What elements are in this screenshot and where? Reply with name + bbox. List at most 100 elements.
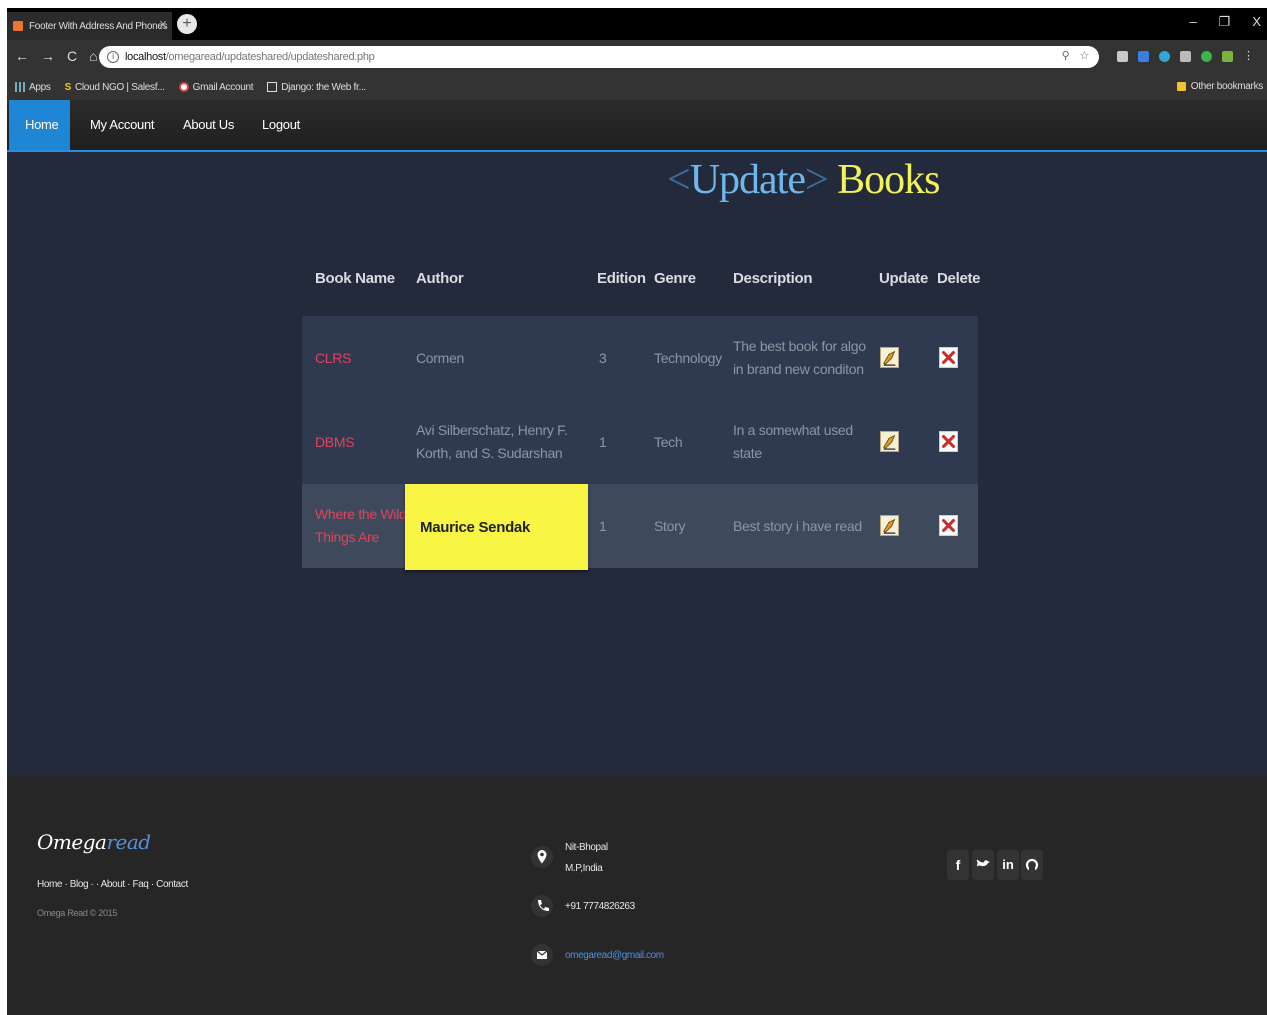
header-book-name: Book Name bbox=[315, 270, 395, 287]
menu-kebab-icon[interactable]: ⋮ bbox=[1243, 51, 1254, 62]
page-title: <Update> Books bbox=[667, 156, 941, 204]
nav-buttons: ← → C ⌂ bbox=[15, 48, 98, 64]
header-genre: Genre bbox=[654, 270, 696, 287]
extension-icon[interactable] bbox=[1201, 51, 1212, 62]
linkedin-icon[interactable]: in bbox=[997, 850, 1019, 880]
phone-icon bbox=[531, 895, 553, 917]
logo-part-read: read bbox=[106, 830, 151, 854]
facebook-icon[interactable]: f bbox=[947, 850, 969, 880]
footer-phone: +91 7774826263 bbox=[565, 901, 635, 912]
table-row: DBMS Avi Silberschatz, Henry F. Korth, a… bbox=[302, 400, 978, 484]
header-update: Update bbox=[879, 270, 929, 287]
header-author: Author bbox=[416, 270, 464, 287]
envelope-icon bbox=[531, 944, 553, 966]
minimize-icon[interactable]: – bbox=[1189, 14, 1196, 30]
reload-icon[interactable]: C bbox=[67, 48, 77, 64]
bookmark-label: Apps bbox=[29, 81, 51, 93]
description-line: In a somewhat used bbox=[733, 422, 853, 438]
extension-icon[interactable] bbox=[1180, 51, 1191, 62]
title-word-update: Update bbox=[689, 157, 806, 203]
title-bracket-close: > bbox=[804, 157, 829, 203]
nav-about-us[interactable]: About Us bbox=[183, 100, 234, 150]
extension-icon[interactable] bbox=[1117, 51, 1128, 62]
back-arrow-icon[interactable]: ← bbox=[15, 48, 29, 64]
browser-tab[interactable]: Footer With Address And Phones X bbox=[7, 12, 172, 40]
footer-email[interactable]: omegaread@gmail.com bbox=[565, 945, 664, 966]
header-description: Description bbox=[733, 270, 813, 287]
footer-address: Nit-Bhopal M.P,India bbox=[565, 837, 608, 879]
footer-copyright: Omega Read © 2015 bbox=[37, 908, 118, 918]
edit-icon[interactable] bbox=[880, 515, 899, 536]
table-row: CLRS Cormen 3 Technology The best book f… bbox=[302, 316, 978, 400]
new-tab-button[interactable]: + bbox=[177, 14, 197, 34]
nav-my-account[interactable]: My Account bbox=[90, 100, 155, 150]
url-host: localhost bbox=[125, 51, 166, 63]
home-icon[interactable]: ⌂ bbox=[89, 48, 97, 64]
delete-icon[interactable] bbox=[939, 515, 958, 536]
extension-icon[interactable] bbox=[1138, 51, 1149, 62]
delete-icon[interactable] bbox=[939, 431, 958, 452]
site-footer: Omegaread Home · Blog · · About · Faq · … bbox=[7, 776, 1267, 1015]
bookmark-gmail[interactable]: Gmail Account bbox=[178, 81, 254, 93]
address-line: M.P,India bbox=[565, 863, 603, 874]
window-controls: – ❐ X bbox=[1189, 14, 1261, 30]
title-word-books: Books bbox=[837, 157, 940, 203]
restore-icon[interactable]: ❐ bbox=[1219, 14, 1231, 30]
highlighted-author-cell: Maurice Sendak bbox=[405, 484, 588, 570]
close-window-icon[interactable]: X bbox=[1252, 14, 1261, 30]
address-line: Nit-Bhopal bbox=[565, 842, 608, 853]
nav-home[interactable]: Home bbox=[9, 100, 70, 150]
book-name-cell: Where the Wild Things Are bbox=[315, 484, 407, 568]
author: Cormen bbox=[416, 349, 464, 366]
bookmark-apps[interactable]: Apps bbox=[15, 82, 51, 93]
salesforce-icon: S bbox=[64, 81, 72, 93]
bookmark-star-icon[interactable]: ☆ bbox=[1079, 49, 1089, 62]
bookmarks-bar: Apps S Cloud NGO | Salesf... Gmail Accou… bbox=[7, 74, 1267, 100]
bookmark-cloud-ngo[interactable]: S Cloud NGO | Salesf... bbox=[65, 82, 165, 93]
header-delete: Delete bbox=[937, 270, 981, 287]
edition-cell: 1 bbox=[599, 517, 607, 534]
genre-cell: Technology bbox=[654, 349, 722, 366]
edit-icon[interactable] bbox=[880, 431, 899, 452]
other-bookmarks[interactable]: Other bookmarks bbox=[1176, 81, 1263, 92]
author-line: Korth, and S. Sudarshan bbox=[416, 445, 563, 461]
apps-grid-icon bbox=[15, 82, 25, 92]
description-cell: In a somewhat used state bbox=[733, 400, 853, 484]
genre-cell: Story bbox=[654, 517, 686, 534]
description-cell: Best story i have read bbox=[733, 484, 862, 568]
forward-arrow-icon[interactable]: → bbox=[41, 48, 55, 64]
zoom-icon[interactable]: ⚲ bbox=[1062, 49, 1070, 62]
edition-cell: 1 bbox=[599, 433, 607, 450]
book-name-line: Things Are bbox=[315, 529, 379, 545]
delete-icon[interactable] bbox=[939, 347, 958, 368]
edition-cell: 3 bbox=[599, 349, 607, 366]
address-bar[interactable]: i localhost /omegaread/updateshared/upda… bbox=[99, 46, 1099, 68]
footer-links[interactable]: Home · Blog · · About · Faq · Contact bbox=[37, 879, 188, 890]
title-bracket-open: < bbox=[667, 157, 691, 203]
tab-title: Footer With Address And Phones bbox=[29, 20, 168, 32]
info-icon[interactable]: i bbox=[107, 51, 119, 63]
genre-cell: Tech bbox=[654, 433, 683, 450]
twitter-icon[interactable] bbox=[972, 850, 994, 880]
book-name-cell: CLRS bbox=[315, 316, 351, 400]
header-edition: Edition bbox=[597, 270, 646, 287]
description-line: in brand new conditon bbox=[733, 361, 864, 377]
book-name-line: Where the Wild bbox=[315, 506, 407, 522]
bookmark-django[interactable]: Django: the Web fr... bbox=[267, 82, 366, 93]
description-line: state bbox=[733, 445, 762, 461]
extension-icon[interactable] bbox=[1222, 51, 1233, 62]
extension-icon[interactable] bbox=[1159, 51, 1170, 62]
folder-icon bbox=[1176, 82, 1186, 91]
site-navbar: Home My Account About Us Logout bbox=[7, 100, 1267, 152]
browser-toolbar: ← → C ⌂ i localhost /omegaread/updatesha… bbox=[7, 40, 1267, 74]
google-icon bbox=[178, 82, 189, 92]
github-icon[interactable] bbox=[1021, 850, 1043, 880]
bookmark-label: Gmail Account bbox=[192, 81, 254, 93]
tab-close-icon[interactable]: X bbox=[160, 20, 167, 31]
nav-logout[interactable]: Logout bbox=[262, 100, 300, 150]
footer-logo[interactable]: Omegaread bbox=[37, 830, 151, 854]
edit-icon[interactable] bbox=[880, 347, 899, 368]
author-cell: Avi Silberschatz, Henry F. Korth, and S.… bbox=[416, 400, 568, 484]
book-name: CLRS bbox=[315, 349, 352, 366]
description-cell: The best book for algo in brand new cond… bbox=[733, 316, 866, 400]
